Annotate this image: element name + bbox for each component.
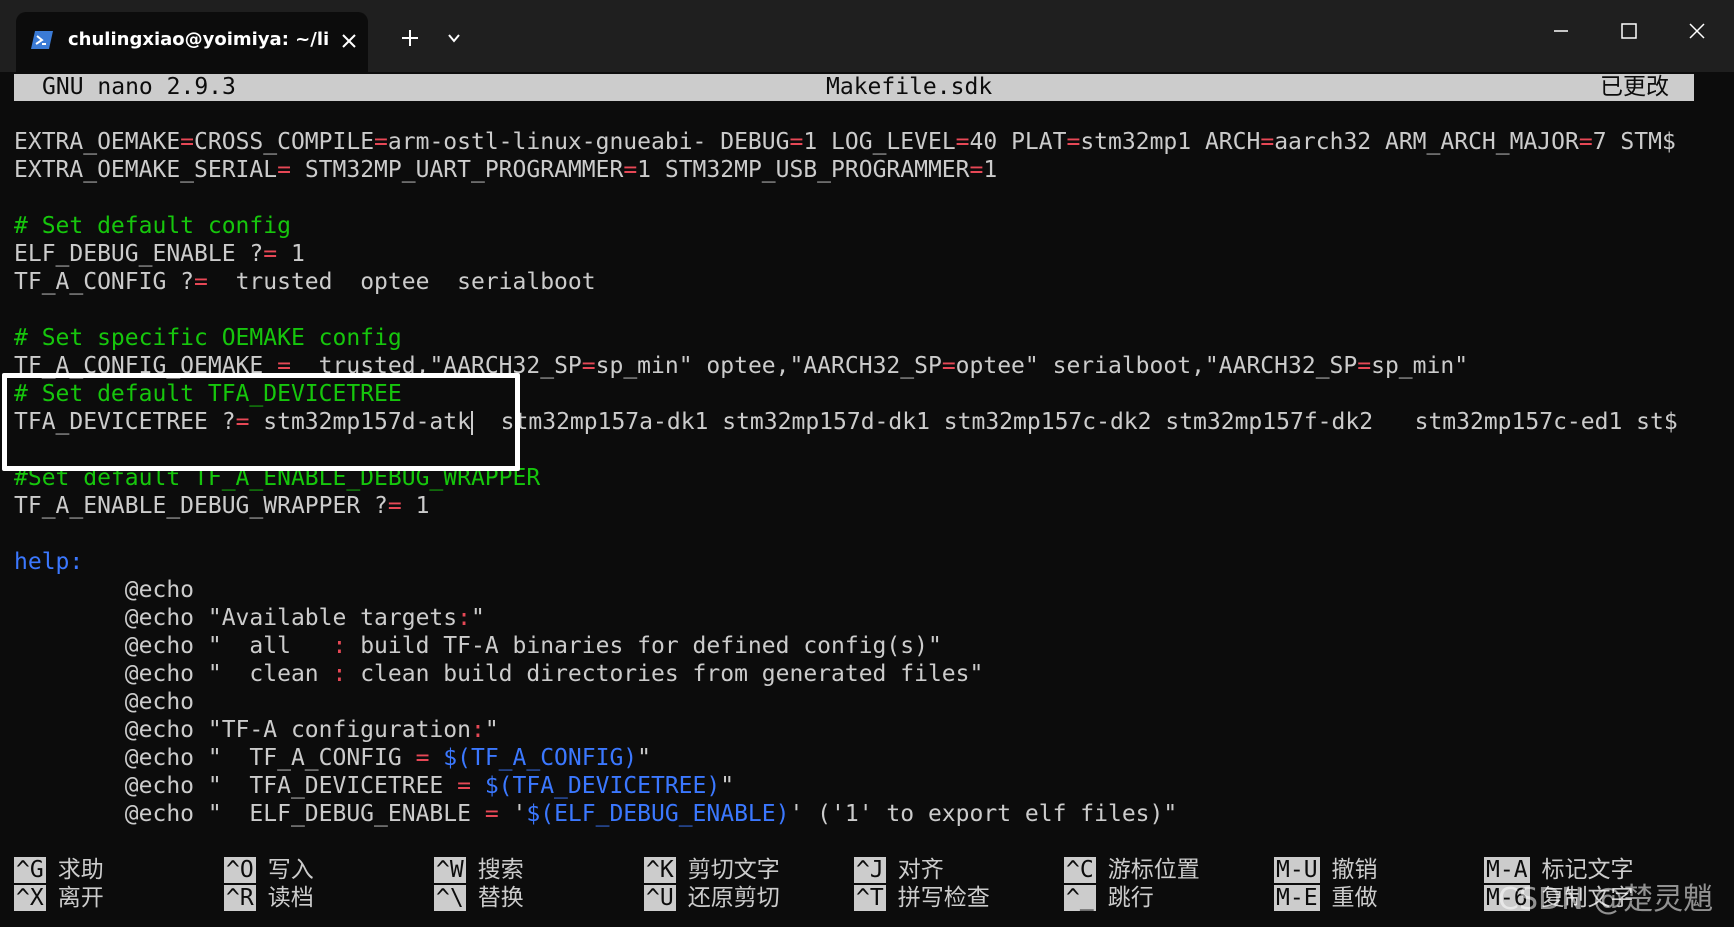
close-window-button[interactable] [1662, 10, 1732, 52]
plus-icon [402, 30, 418, 46]
shortcut-search[interactable]: ^W 搜索 [434, 856, 524, 884]
annotation-highlight-box [2, 373, 520, 471]
code-comment: # Set default config [14, 213, 291, 239]
shortcut-justify[interactable]: ^J 对齐 [854, 856, 944, 884]
shortcut-bar: ^G 求助 ^O 写入 ^W 搜索 ^K 剪切文字 ^J 对齐 ^C 游标位置 M-U 撤销 … [14, 856, 1714, 912]
code-line: @echo " TFA_DEVICETREE = $(TFA_DEVICETRE… [14, 773, 735, 799]
shortcut-cut[interactable]: ^K 剪切文字 [644, 856, 780, 884]
window-titlebar: chulingxiao@yoimiya: ~/linux [0, 0, 1734, 72]
code-line: @echo " TF_A_CONFIG = $(TF_A_CONFIG)" [14, 745, 652, 771]
close-icon [1689, 23, 1705, 39]
code-line: EXTRA_OEMAKE_SERIAL= STM32MP_UART_PROGRA… [14, 157, 998, 183]
code-line: @echo [14, 689, 195, 715]
code-line: TF_A_ENABLE_DEBUG_WRAPPER ?= 1 [14, 493, 430, 519]
shortcut-replace[interactable]: ^\ 替换 [434, 884, 524, 912]
minimize-icon [1554, 30, 1568, 32]
maximize-button[interactable] [1594, 10, 1664, 52]
shortcut-redo[interactable]: M-E 重做 [1274, 884, 1378, 912]
chevron-down-icon [448, 34, 460, 43]
code-line: EXTRA_OEMAKE=CROSS_COMPILE=arm-ostl-linu… [14, 129, 1676, 155]
watermark: CSDN @楚灵魈 [1498, 882, 1714, 917]
code-line: @echo " ELF_DEBUG_ENABLE = '$(ELF_DEBUG_… [14, 801, 1178, 827]
shortcut-write[interactable]: ^O 写入 [224, 856, 314, 884]
shortcut-undo[interactable]: M-U 撤销 [1274, 856, 1378, 884]
tab-dropdown-button[interactable] [436, 22, 472, 54]
powershell-icon [31, 31, 53, 49]
code-line: @echo [14, 577, 195, 603]
shortcut-exit[interactable]: ^X 离开 [14, 884, 104, 912]
tab-title: chulingxiao@yoimiya: ~/linux [68, 29, 328, 50]
code-line: ELF_DEBUG_ENABLE ?= 1 [14, 241, 305, 267]
shortcut-read[interactable]: ^R 读档 [224, 884, 314, 912]
code-line: @echo " all : build TF-A binaries for de… [14, 633, 942, 659]
shortcut-uncut[interactable]: ^U 还原剪切 [644, 884, 780, 912]
modified-status: 已更改 [1600, 74, 1669, 100]
shortcut-help[interactable]: ^G 求助 [14, 856, 104, 884]
code-line: @echo "Available targets:" [14, 605, 485, 631]
maximize-icon [1621, 23, 1637, 39]
nano-header-bar: GNU nano 2.9.3 Makefile.sdk 已更改 [14, 74, 1694, 101]
minimize-button[interactable] [1526, 10, 1596, 52]
terminal-tab[interactable]: chulingxiao@yoimiya: ~/linux [16, 12, 368, 72]
shortcut-spell[interactable]: ^T 拼写检查 [854, 884, 990, 912]
close-tab-icon[interactable] [334, 26, 364, 56]
shortcut-cursor-pos[interactable]: ^C 游标位置 [1064, 856, 1200, 884]
file-name: Makefile.sdk [826, 74, 993, 100]
code-line: @echo " clean : clean build directories … [14, 661, 984, 687]
new-tab-button[interactable] [392, 22, 428, 54]
code-line: @echo "TF-A configuration:" [14, 717, 499, 743]
editor-area[interactable]: EXTRA_OEMAKE=CROSS_COMPILE=arm-ostl-linu… [14, 128, 1694, 828]
code-comment: # Set specific OEMAKE config [14, 325, 402, 351]
shortcut-goto-line[interactable]: ^_ 跳行 [1064, 884, 1154, 912]
nano-version: GNU nano 2.9.3 [42, 74, 236, 100]
code-line: TF_A_CONFIG ?= trusted optee serialboot [14, 269, 596, 295]
make-target: help: [14, 549, 84, 575]
